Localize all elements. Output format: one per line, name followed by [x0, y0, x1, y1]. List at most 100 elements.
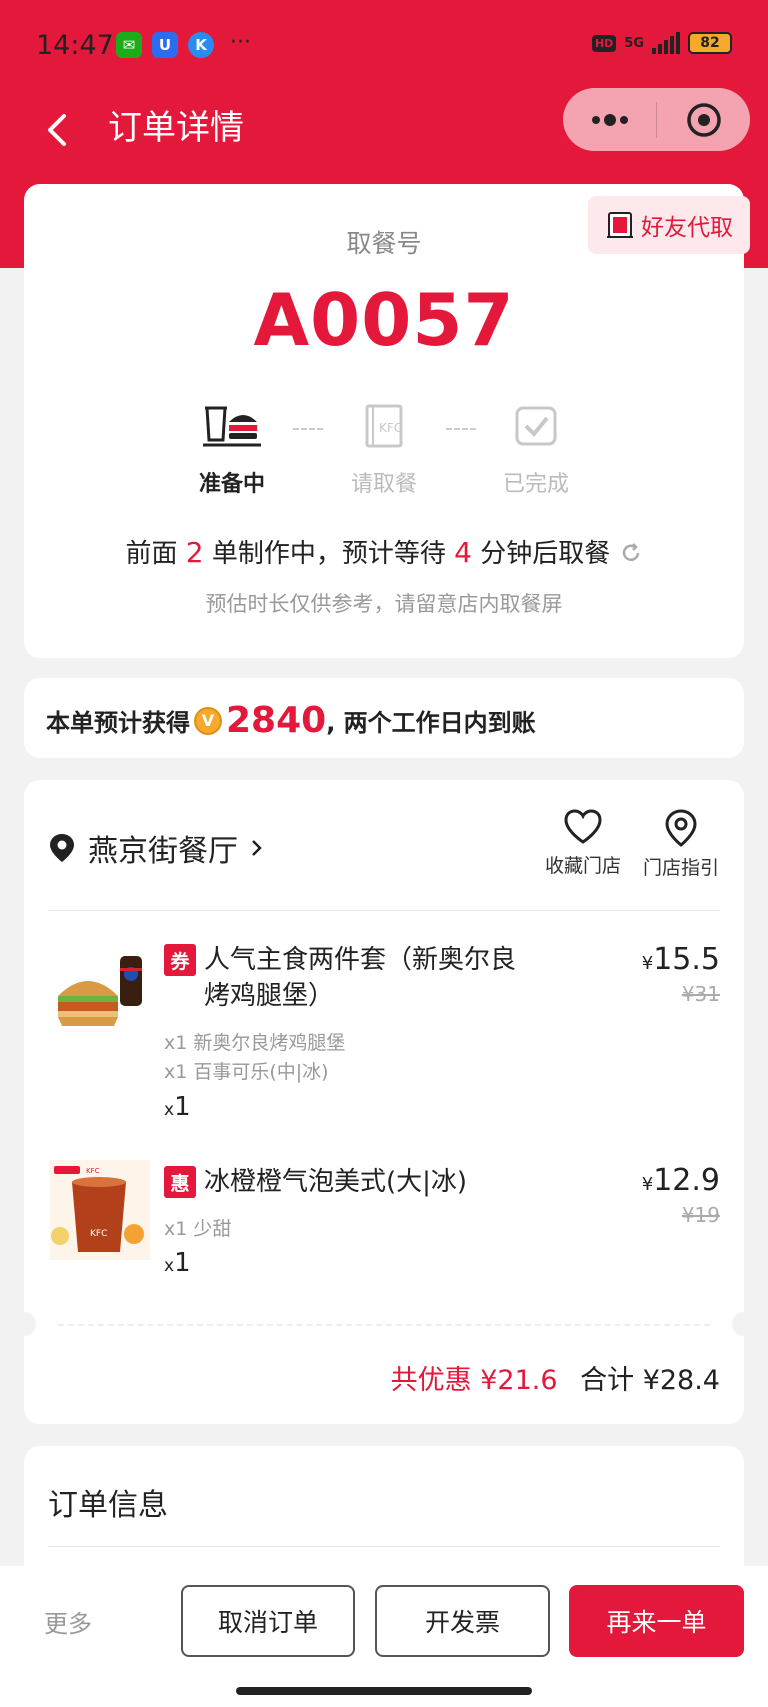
step-connector [293, 428, 323, 430]
pickup-bag-icon: KFC [365, 404, 403, 448]
map-pin-icon [665, 809, 697, 847]
more-notifications-icon: ··· [230, 30, 251, 55]
refresh-icon[interactable] [619, 541, 643, 565]
points-prefix: 本单预计获得 [46, 709, 190, 737]
item-name-line2: 烤鸡腿堡） [204, 981, 335, 1011]
item-quantity: x1 [164, 1248, 191, 1278]
wait-prefix: 前面 [125, 539, 178, 569]
location-pin-icon [50, 834, 74, 862]
currency-symbol: ¥ [641, 1174, 654, 1195]
page-title: 订单详情 [108, 108, 244, 148]
currency-symbol: ¥ [641, 953, 654, 974]
invoice-button[interactable]: 开发票 [375, 1585, 550, 1657]
more-dots-icon [591, 113, 628, 126]
item-name: 人气主食两件套（新奥尔良 烤鸡腿堡） [204, 942, 516, 1014]
wait-note: 预估时长仅供参考，请留意店内取餐屏 [205, 592, 563, 616]
app-u-icon: U [152, 32, 178, 58]
step-ready: KFC 请取餐 [324, 400, 444, 498]
chevron-right-icon [252, 840, 262, 856]
points-info: 本单预计获得 V 2840 , 两个工作日内到账 [46, 700, 536, 741]
discount-tag: 惠 [164, 1166, 196, 1198]
wait-minutes: 4 [454, 536, 472, 569]
coupon-tag: 券 [164, 944, 196, 976]
orders-ahead-count: 2 [185, 536, 204, 569]
hd-icon: HD [591, 34, 617, 52]
status-time: 14:47 [36, 30, 114, 61]
back-arrow-icon [48, 114, 66, 146]
back-button[interactable] [40, 110, 80, 150]
order-total: 合计 ¥28.4 [580, 1365, 720, 1396]
pickup-number-label: 取餐号 [346, 229, 422, 258]
ticket-notch-left [12, 1312, 36, 1336]
points-suffix: , 两个工作日内到账 [326, 709, 536, 737]
order-info-title: 订单信息 [48, 1488, 168, 1523]
step-label: 请取餐 [350, 472, 417, 497]
capsule-close-button[interactable] [657, 88, 750, 151]
wait-middle: 单制作中，预计等待 [211, 539, 446, 569]
store-divider [48, 910, 720, 911]
svg-text:KFC: KFC [86, 1167, 100, 1175]
qty-value: 1 [174, 1092, 191, 1122]
battery-icon: 82 [688, 32, 732, 54]
order-summary: 共优惠 ¥21.6 合计 ¥28.4 [391, 1358, 720, 1397]
item-price: ¥15.5 [642, 942, 720, 977]
mini-program-capsule [563, 88, 750, 151]
more-button[interactable]: 更多 [44, 1604, 92, 1639]
discount-total: 共优惠 ¥21.6 [390, 1365, 558, 1396]
item-quantity: x1 [164, 1092, 191, 1122]
pickup-number: A0057 [253, 278, 515, 362]
status-bar: 14:47 ✉ U K ··· HD 5G 82 [0, 0, 768, 90]
qty-prefix: x [164, 1100, 175, 1120]
step-label: 准备中 [198, 472, 265, 497]
item-detail: x1 新奥尔良烤鸡腿堡 [164, 1032, 346, 1054]
capsule-more-button[interactable] [563, 88, 656, 151]
signal-icon [652, 32, 680, 54]
item-price: ¥12.9 [642, 1163, 720, 1198]
price-value: 12.9 [653, 1163, 720, 1198]
qty-prefix: x [164, 1256, 175, 1276]
wait-status: 前面 2 单制作中，预计等待 4 分钟后取餐 [0, 533, 768, 570]
burger-combo-icon [58, 956, 142, 1026]
price-value: 15.5 [653, 942, 720, 977]
notification-icons: ✉ U K ··· [116, 32, 251, 58]
meal-tray-icon [203, 406, 261, 447]
cancel-order-button[interactable]: 取消订单 [181, 1585, 355, 1657]
favorite-store-button[interactable]: 收藏门店 [538, 808, 628, 878]
item-original-price: ¥31 [681, 982, 720, 1006]
step-connector [446, 428, 476, 430]
home-indicator[interactable] [236, 1687, 532, 1695]
completed-check-icon [515, 406, 557, 446]
system-status: HD 5G 82 [591, 32, 732, 54]
favorite-store-label: 收藏门店 [544, 855, 621, 877]
coffee-image: KFC KFC [50, 1160, 150, 1260]
iced-coffee-icon: KFC KFC [50, 1160, 150, 1260]
step-completed: 已完成 [476, 400, 596, 498]
item-original-price: ¥19 [681, 1203, 720, 1227]
app-k-icon: K [188, 32, 214, 58]
store-link[interactable]: 燕京街餐厅 [48, 826, 264, 870]
wait-suffix: 分钟后取餐 [480, 539, 611, 569]
item-detail: x1 少甜 [164, 1218, 232, 1240]
item-detail: x1 百事可乐(中|冰) [164, 1061, 329, 1083]
close-target-icon [686, 102, 721, 137]
step-preparing: 准备中 [172, 400, 292, 498]
network-label: 5G [624, 35, 644, 51]
order-info-divider [48, 1546, 720, 1547]
svg-text:KFC: KFC [379, 421, 402, 435]
ticket-notch-right [732, 1312, 756, 1336]
store-guide-button[interactable]: 门店指引 [636, 808, 726, 880]
items-dashed-divider [58, 1324, 710, 1326]
burger-combo-image [50, 938, 150, 1038]
reorder-button[interactable]: 再来一单 [569, 1585, 744, 1657]
item-name-line1: 人气主食两件套（新奥尔良 [204, 945, 517, 975]
svg-text:KFC: KFC [90, 1229, 107, 1239]
points-value: 2840 [226, 700, 327, 741]
wechat-icon: ✉ [116, 32, 142, 58]
store-guide-label: 门店指引 [642, 857, 719, 879]
store-name: 燕京街餐厅 [88, 834, 238, 869]
qty-value: 1 [174, 1248, 191, 1278]
heart-icon [564, 809, 602, 844]
v-coin-icon: V [194, 706, 222, 735]
step-label: 已完成 [502, 472, 569, 497]
item-name: 冰橙橙气泡美式(大|冰) [204, 1167, 468, 1197]
